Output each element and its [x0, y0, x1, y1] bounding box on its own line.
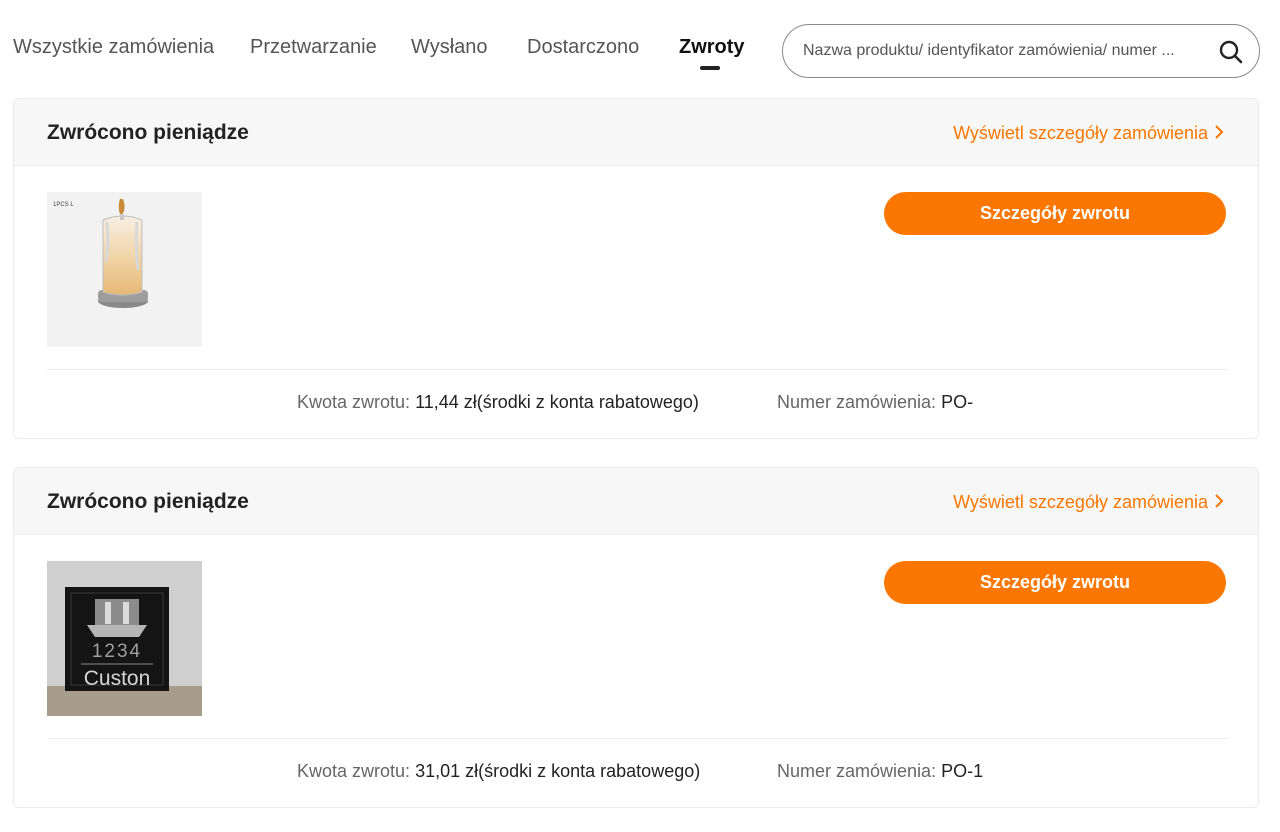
candle-product-image[interactable]: 1PCS L [47, 192, 202, 347]
view-order-details-link[interactable]: Wyświetl szczegóły zamówienia [953, 123, 1224, 144]
divider [47, 369, 1228, 370]
order-card-body: 1PCS L Szczegóły zwrotu [14, 166, 1258, 372]
order-card: Zwrócono pieniądze Wyświetl szczegóły za… [13, 467, 1259, 808]
order-number-value[interactable]: PO- [941, 392, 973, 412]
search-box [782, 24, 1260, 78]
order-number-value[interactable]: PO-1 [941, 761, 983, 781]
divider [47, 738, 1228, 739]
search-icon[interactable] [1217, 38, 1245, 66]
chevron-right-icon [1214, 492, 1224, 513]
order-card: Zwrócono pieniądze Wyświetl szczegóły za… [13, 98, 1259, 439]
order-status-label: Zwrócono pieniądze [47, 490, 249, 513]
tab-returns[interactable]: Zwroty [679, 36, 745, 59]
tab-shipped[interactable]: Wysłano [411, 36, 488, 59]
tab-all-orders[interactable]: Wszystkie zamówienia [13, 36, 214, 59]
order-card-footer: Kwota zwrotu: 11,44 zł(środki z konta ra… [14, 372, 1258, 438]
svg-text:1PCS L: 1PCS L [53, 202, 74, 208]
refund-amount-value: 11,44 zł(środki z konta rabatowego) [415, 392, 699, 412]
active-tab-indicator [700, 66, 720, 70]
tab-delivered[interactable]: Dostarczono [527, 36, 639, 59]
order-card-footer: Kwota zwrotu: 31,01 zł(środki z konta ra… [14, 741, 1258, 807]
view-order-details-label: Wyświetl szczegóły zamówienia [953, 123, 1208, 143]
tab-processing[interactable]: Przetwarzanie [250, 36, 377, 59]
order-card-header: Zwrócono pieniądze Wyświetl szczegóły za… [14, 468, 1258, 535]
refund-amount: Kwota zwrotu: 31,01 zł(środki z konta ra… [297, 761, 700, 782]
address-plaque-product-image[interactable]: 1234 Custon [47, 561, 202, 716]
order-number: Numer zamówienia: PO- [777, 392, 973, 413]
order-status-label: Zwrócono pieniądze [47, 121, 249, 144]
svg-text:1234: 1234 [92, 641, 142, 662]
order-number-label: Numer zamówienia: [777, 761, 937, 781]
order-card-header: Zwrócono pieniądze Wyświetl szczegóły za… [14, 99, 1258, 166]
refund-amount: Kwota zwrotu: 11,44 zł(środki z konta ra… [297, 392, 699, 413]
search-input[interactable] [803, 37, 1183, 65]
chevron-right-icon [1214, 123, 1224, 144]
view-order-details-link[interactable]: Wyświetl szczegóły zamówienia [953, 492, 1224, 513]
refund-amount-value: 31,01 zł(środki z konta rabatowego) [415, 761, 701, 781]
refund-details-button[interactable]: Szczegóły zwrotu [884, 561, 1226, 604]
view-order-details-label: Wyświetl szczegóły zamówienia [953, 492, 1208, 512]
order-card-body: 1234 Custon Szczegóły zwrotu [14, 535, 1258, 741]
order-status-tabs: Wszystkie zamówienia Przetwarzanie Wysła… [0, 0, 1280, 96]
order-number-label: Numer zamówienia: [777, 392, 937, 412]
order-number: Numer zamówienia: PO-1 [777, 761, 983, 782]
svg-text:Custon: Custon [84, 667, 151, 690]
refund-amount-label: Kwota zwrotu: [297, 761, 411, 781]
refund-amount-label: Kwota zwrotu: [297, 392, 411, 412]
refund-details-button[interactable]: Szczegóły zwrotu [884, 192, 1226, 235]
